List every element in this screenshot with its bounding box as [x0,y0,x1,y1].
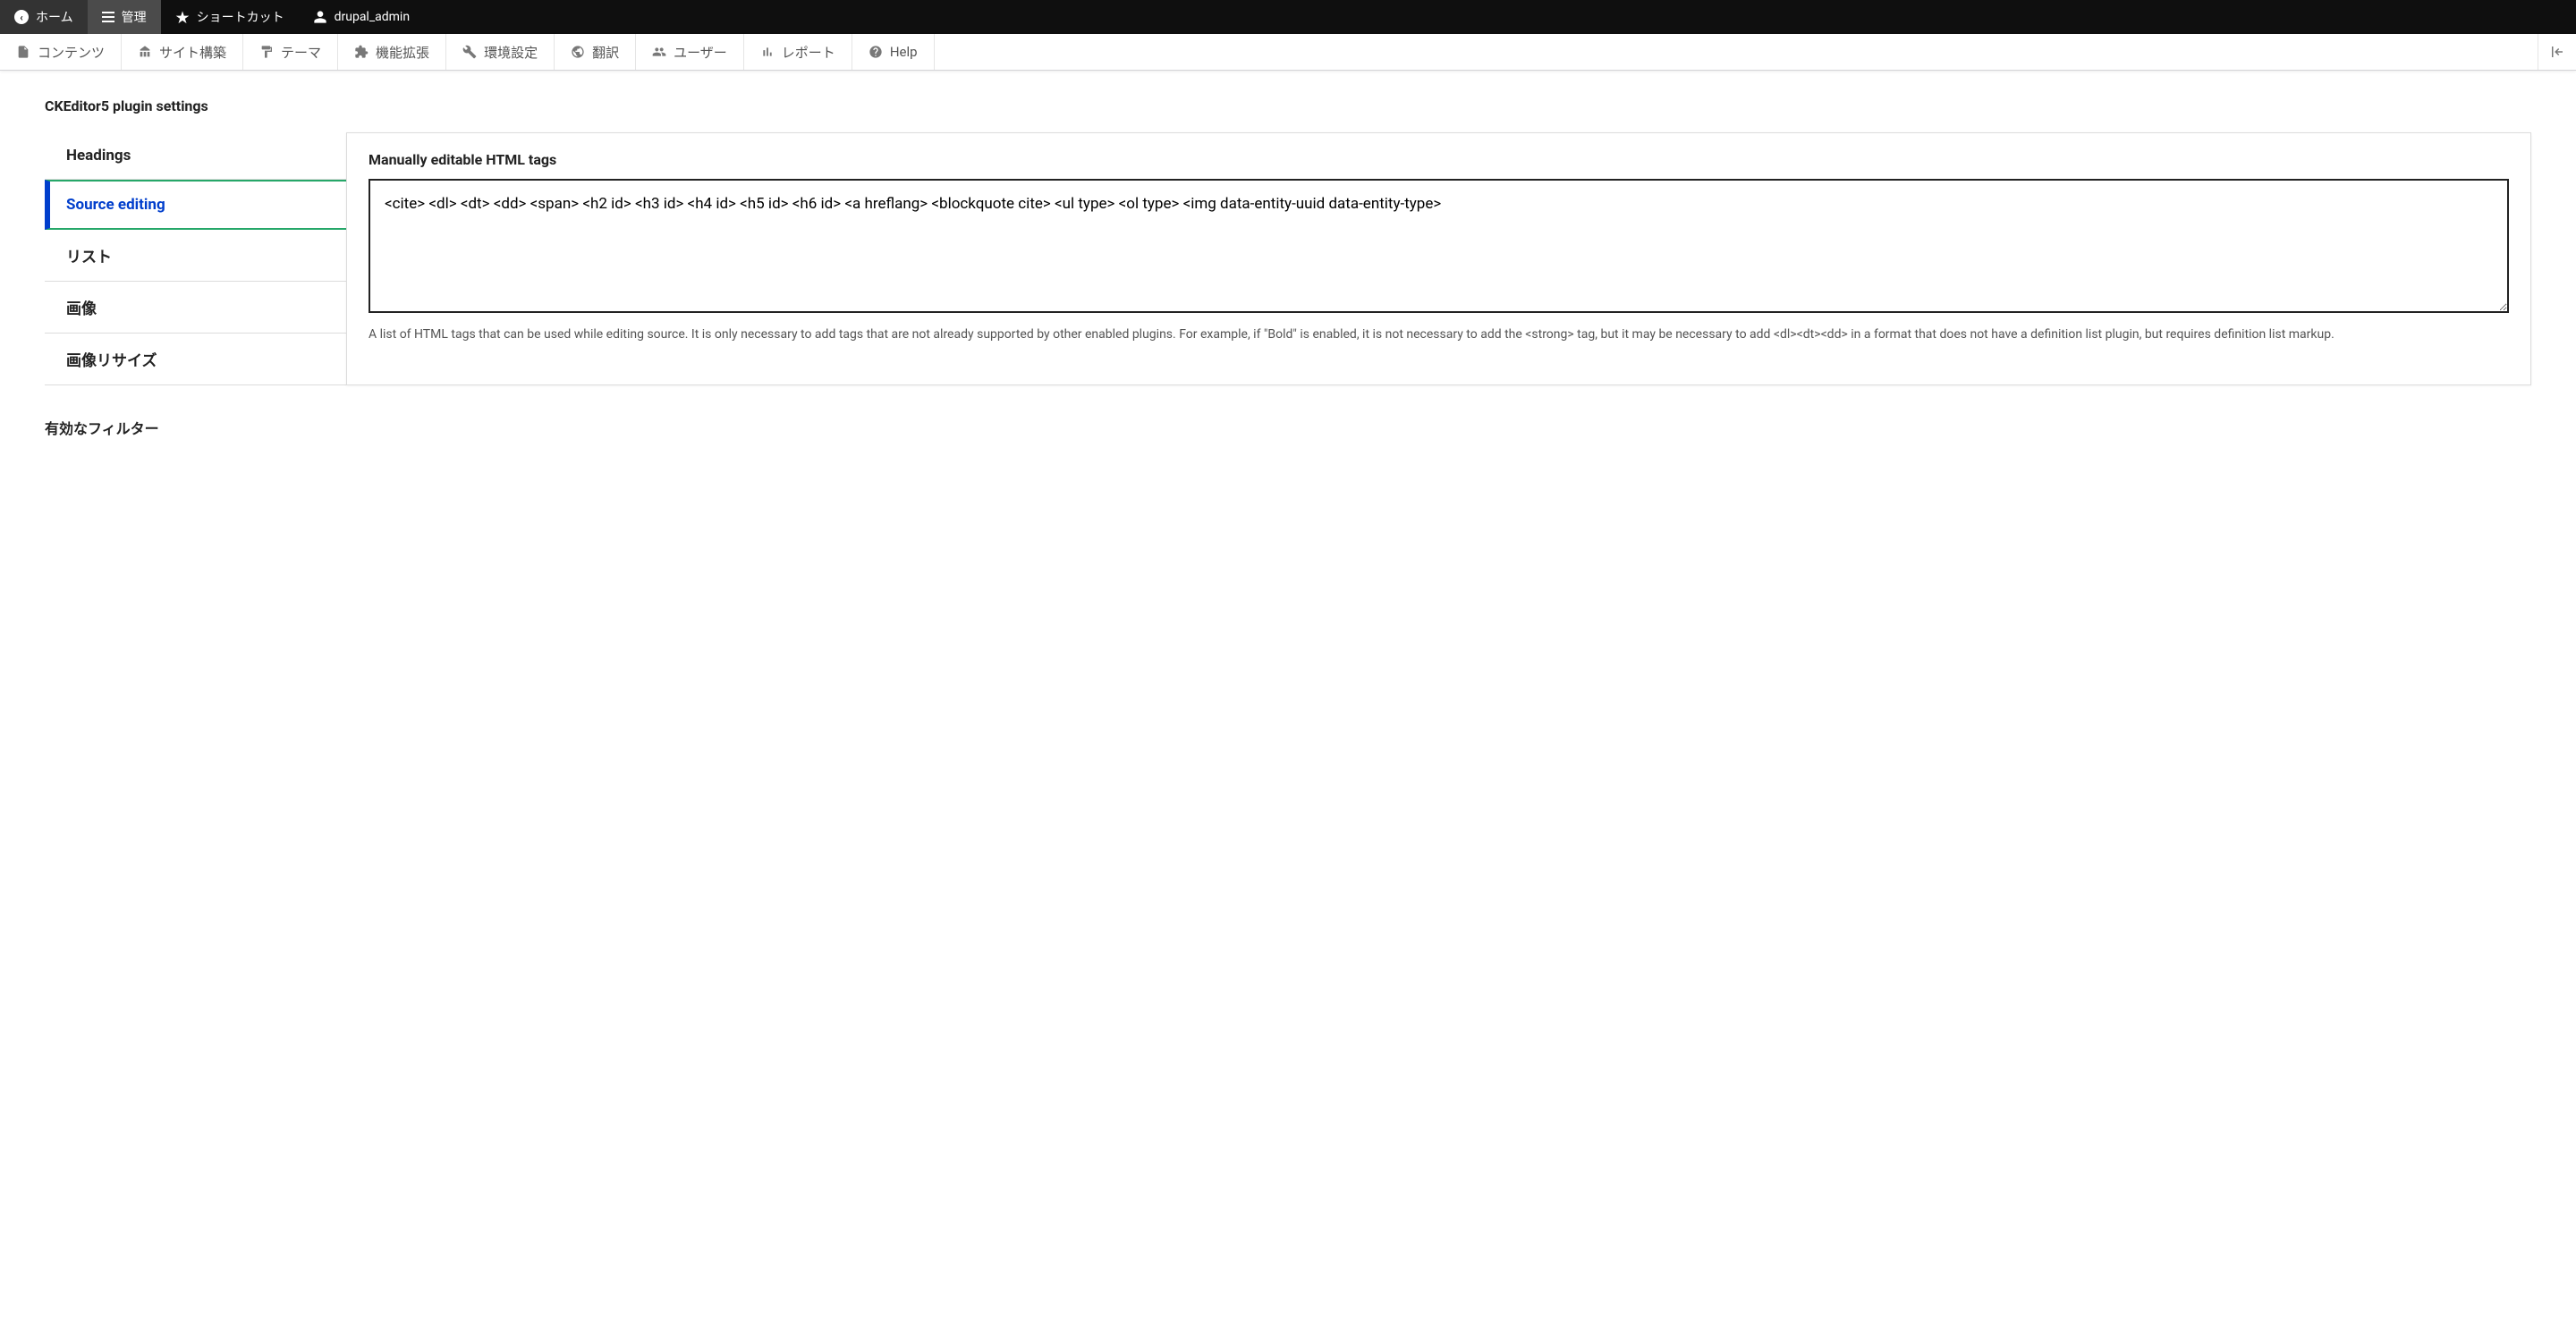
users-icon [652,45,666,59]
translate-label: 翻訳 [592,43,619,62]
reports-icon [760,45,775,59]
star-icon [175,10,190,24]
main-content: CKEditor5 plugin settings Headings Sourc… [0,71,2576,486]
extend-label: 機能拡張 [376,43,429,62]
translate-menu[interactable]: 翻訳 [555,34,636,70]
content-label: コンテンツ [38,43,105,62]
top-toolbar: ‹ ホーム 管理 ショートカット drupal_admin [0,0,2576,34]
tab-image[interactable]: 画像 [45,282,346,334]
admin-toolbar: コンテンツ サイト構築 テーマ 機能拡張 環境設定 翻訳 ユーザー レポート H… [0,34,2576,71]
user-link[interactable]: drupal_admin [299,0,424,34]
structure-label: サイト構築 [159,43,226,62]
tab-image-resize[interactable]: 画像リサイズ [45,334,346,385]
plugin-settings-title: CKEditor5 plugin settings [45,97,2531,114]
reports-label: レポート [782,43,835,62]
config-icon [462,45,477,59]
collapse-toolbar-button[interactable] [2538,34,2576,70]
home-label: ホーム [36,8,73,26]
structure-icon [138,45,152,59]
structure-menu[interactable]: サイト構築 [122,34,243,70]
content-menu[interactable]: コンテンツ [0,34,122,70]
theme-menu[interactable]: テーマ [243,34,338,70]
extend-icon [354,45,369,59]
plugin-settings-layout: Headings Source editing リスト 画像 画像リサイズ Ma… [45,132,2531,385]
manage-link[interactable]: 管理 [88,0,161,34]
config-label: 環境設定 [484,43,538,62]
help-label: Help [890,44,918,60]
hamburger-icon [102,12,114,22]
tab-source-editing[interactable]: Source editing [45,180,346,230]
config-menu[interactable]: 環境設定 [446,34,555,70]
content-icon [16,45,30,59]
user-icon [313,10,327,24]
help-icon [869,45,883,59]
tab-list[interactable]: リスト [45,230,346,282]
translate-icon [571,45,585,59]
theme-icon [259,45,274,59]
theme-label: テーマ [281,43,321,62]
home-link[interactable]: ‹ ホーム [0,0,88,34]
user-label: drupal_admin [335,10,410,24]
html-tags-textarea[interactable] [369,179,2509,313]
toolbar-spacer [935,34,2538,70]
extend-menu[interactable]: 機能拡張 [338,34,446,70]
reports-menu[interactable]: レポート [744,34,852,70]
panel-label: Manually editable HTML tags [369,151,2509,168]
users-menu[interactable]: ユーザー [636,34,744,70]
shortcuts-label: ショートカット [197,8,284,26]
shortcuts-link[interactable]: ショートカット [161,0,299,34]
help-menu[interactable]: Help [852,34,935,70]
tab-headings[interactable]: Headings [45,132,346,180]
users-label: ユーザー [674,43,727,62]
panel-description: A list of HTML tags that can be used whi… [369,325,2509,344]
back-icon: ‹ [14,10,29,24]
plugin-panel: Manually editable HTML tags A list of HT… [346,132,2531,385]
collapse-icon [2549,44,2565,60]
filters-section: 有効なフィルター [45,417,2531,438]
filters-title: 有効なフィルター [45,417,2531,438]
plugin-tabs: Headings Source editing リスト 画像 画像リサイズ [45,132,346,385]
manage-label: 管理 [122,8,147,26]
